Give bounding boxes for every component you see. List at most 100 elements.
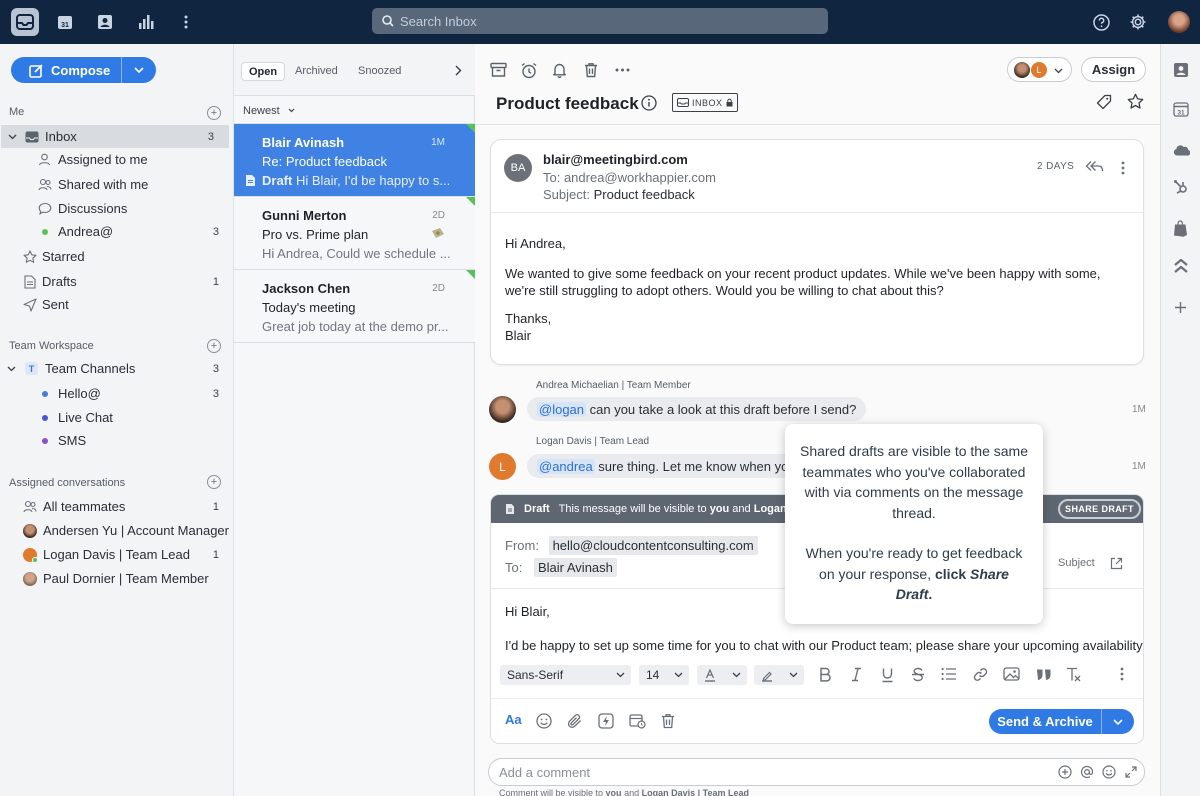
link-icon[interactable] bbox=[973, 667, 988, 682]
hubspot-icon[interactable] bbox=[1173, 179, 1189, 195]
mention[interactable]: @andrea bbox=[537, 458, 595, 474]
calendar-icon[interactable]: 31 bbox=[1173, 101, 1189, 117]
info-icon[interactable] bbox=[641, 95, 657, 111]
from-address-chip[interactable]: hello@cloudcontentconsulting.com bbox=[548, 536, 758, 555]
assignee-selector[interactable]: L bbox=[1007, 57, 1072, 82]
sidebar-item-andrea[interactable]: Andrea@ 3 bbox=[0, 220, 234, 243]
snippet-lightning-icon[interactable] bbox=[598, 713, 614, 729]
sidebar-item-assigned-to-me[interactable]: Assigned to me bbox=[0, 148, 234, 171]
message-body: Hi Andrea, We wanted to give some feedba… bbox=[505, 235, 1130, 355]
draft-greeting[interactable]: Hi Blair, bbox=[505, 604, 550, 619]
analytics-app-icon[interactable] bbox=[132, 8, 160, 36]
recipient-chip[interactable]: Blair Avinash bbox=[533, 558, 617, 577]
more-apps-icon[interactable] bbox=[172, 8, 200, 36]
popout-icon[interactable] bbox=[1110, 557, 1123, 570]
text-format-toggle-icon[interactable]: Aa bbox=[505, 712, 522, 727]
tab-open[interactable]: Open bbox=[241, 62, 286, 81]
search-input[interactable] bbox=[400, 13, 800, 29]
inbox-app-icon[interactable] bbox=[11, 8, 39, 36]
more-actions-icon[interactable] bbox=[615, 68, 630, 72]
attachment-paperclip-icon[interactable] bbox=[567, 713, 583, 729]
sidebar-item-sent[interactable]: Sent bbox=[0, 293, 234, 316]
underline-icon[interactable] bbox=[881, 667, 894, 683]
sidebar-item-all-teammates[interactable]: All teammates 1 bbox=[0, 495, 234, 518]
sidebar-item-starred[interactable]: Starred bbox=[0, 245, 234, 268]
share-draft-button[interactable]: SHARE DRAFT bbox=[1058, 499, 1141, 519]
contact-card-icon[interactable] bbox=[1173, 62, 1189, 78]
sidebar-item-team-channels[interactable]: T Team Channels 3 bbox=[0, 357, 234, 380]
mention[interactable]: @logan bbox=[537, 401, 587, 417]
add-assigned-item-icon[interactable]: + bbox=[207, 475, 221, 489]
sync-arrows-icon[interactable] bbox=[1173, 258, 1189, 274]
inbox-tag[interactable]: INBOX bbox=[672, 93, 738, 112]
more-vertical-icon[interactable] bbox=[1120, 667, 1124, 681]
font-family-select[interactable]: Sans-Serif bbox=[500, 665, 631, 685]
conversation-item[interactable]: Gunni Merton 2D Pro vs. Prime plan Hi An… bbox=[234, 197, 475, 270]
calendar-app-icon[interactable]: 31 bbox=[51, 8, 79, 36]
add-me-item-icon[interactable]: + bbox=[207, 106, 221, 120]
sidebar-item-hello[interactable]: Hello@ 3 bbox=[0, 382, 234, 405]
sidebar-item-sms[interactable]: SMS bbox=[0, 429, 234, 452]
search-bar[interactable] bbox=[372, 8, 828, 34]
emoji-icon[interactable] bbox=[536, 713, 552, 729]
trash-icon[interactable] bbox=[584, 62, 598, 78]
highlight-color-select[interactable] bbox=[754, 665, 804, 685]
draft-body[interactable]: I'd be happy to set up some time for you… bbox=[505, 638, 1143, 653]
add-team-item-icon[interactable]: + bbox=[207, 339, 221, 353]
sidebar-item-live-chat[interactable]: Live Chat bbox=[0, 406, 234, 429]
sidebar-item-andersen-yu[interactable]: Andersen Yu | Account Manager bbox=[0, 519, 234, 542]
send-options-button[interactable] bbox=[1101, 709, 1134, 734]
shopify-bag-icon[interactable] bbox=[1173, 220, 1188, 237]
salesforce-cloud-icon[interactable] bbox=[1173, 144, 1190, 156]
sidebar-item-label: Andersen Yu | Account Manager bbox=[43, 523, 229, 538]
italic-icon[interactable] bbox=[851, 667, 862, 682]
star-icon[interactable] bbox=[1127, 93, 1144, 110]
assign-button[interactable]: Assign bbox=[1081, 57, 1146, 82]
compose-options-button[interactable] bbox=[121, 57, 156, 83]
sidebar-item-shared-with-me[interactable]: Shared with me bbox=[0, 173, 234, 196]
quote-icon[interactable] bbox=[1036, 669, 1051, 680]
user-avatar[interactable] bbox=[1168, 11, 1190, 33]
sidebar-item-drafts[interactable]: Drafts 1 bbox=[0, 270, 234, 293]
sidebar-item-logan-davis[interactable]: Logan Davis | Team Lead 1 bbox=[0, 543, 234, 566]
schedule-send-icon[interactable] bbox=[629, 713, 646, 729]
archive-icon[interactable] bbox=[490, 62, 507, 78]
sort-dropdown[interactable]: Newest bbox=[234, 96, 475, 124]
add-circle-icon[interactable] bbox=[1058, 765, 1072, 779]
expand-icon[interactable] bbox=[1125, 766, 1137, 778]
body-paragraph: Thanks, bbox=[505, 311, 552, 326]
tag-icon[interactable] bbox=[1096, 94, 1112, 110]
discard-draft-trash-icon[interactable] bbox=[661, 713, 675, 729]
sidebar-item-inbox[interactable]: Inbox 3 bbox=[1, 125, 229, 148]
at-mention-icon[interactable] bbox=[1080, 765, 1094, 779]
bullet-list-icon[interactable] bbox=[941, 667, 957, 681]
conversation-item[interactable]: Jackson Chen 2D Today's meeting Great jo… bbox=[234, 270, 475, 343]
strikethrough-icon[interactable] bbox=[911, 667, 925, 682]
chevron-right-icon[interactable] bbox=[455, 65, 462, 76]
send-and-archive-button[interactable]: Send & Archive bbox=[989, 714, 1101, 729]
compose-button[interactable]: Compose bbox=[11, 57, 121, 83]
settings-gear-icon[interactable] bbox=[1124, 8, 1152, 36]
reply-all-icon[interactable] bbox=[1085, 160, 1104, 173]
conversation-preview: Hi Andrea, Could we schedule ... bbox=[262, 246, 451, 261]
tab-archived[interactable]: Archived bbox=[288, 62, 345, 81]
contacts-app-icon[interactable] bbox=[91, 8, 119, 36]
bell-icon[interactable] bbox=[552, 62, 567, 78]
text-color-select[interactable] bbox=[697, 665, 747, 685]
channel-dot bbox=[42, 437, 48, 444]
comment-input[interactable]: Add a comment bbox=[488, 758, 1145, 786]
bold-icon[interactable] bbox=[819, 667, 832, 682]
snooze-clock-icon[interactable] bbox=[520, 62, 538, 79]
subject-link[interactable]: Subject bbox=[1058, 557, 1095, 569]
emoji-icon[interactable] bbox=[1102, 765, 1116, 779]
tab-snoozed[interactable]: Snoozed bbox=[351, 62, 408, 81]
more-vertical-icon[interactable] bbox=[1121, 161, 1125, 175]
help-icon[interactable] bbox=[1087, 8, 1115, 36]
font-size-select[interactable]: 14 bbox=[639, 665, 689, 685]
sidebar-item-discussions[interactable]: Discussions bbox=[0, 197, 234, 220]
clear-format-icon[interactable] bbox=[1066, 667, 1081, 682]
image-icon[interactable] bbox=[1003, 667, 1020, 681]
sidebar-item-paul-dornier[interactable]: Paul Dornier | Team Member bbox=[0, 567, 234, 590]
conversation-item[interactable]: Blair Avinash 1M Re: Product feedback Dr… bbox=[234, 124, 475, 197]
add-integration-icon[interactable] bbox=[1174, 301, 1187, 314]
